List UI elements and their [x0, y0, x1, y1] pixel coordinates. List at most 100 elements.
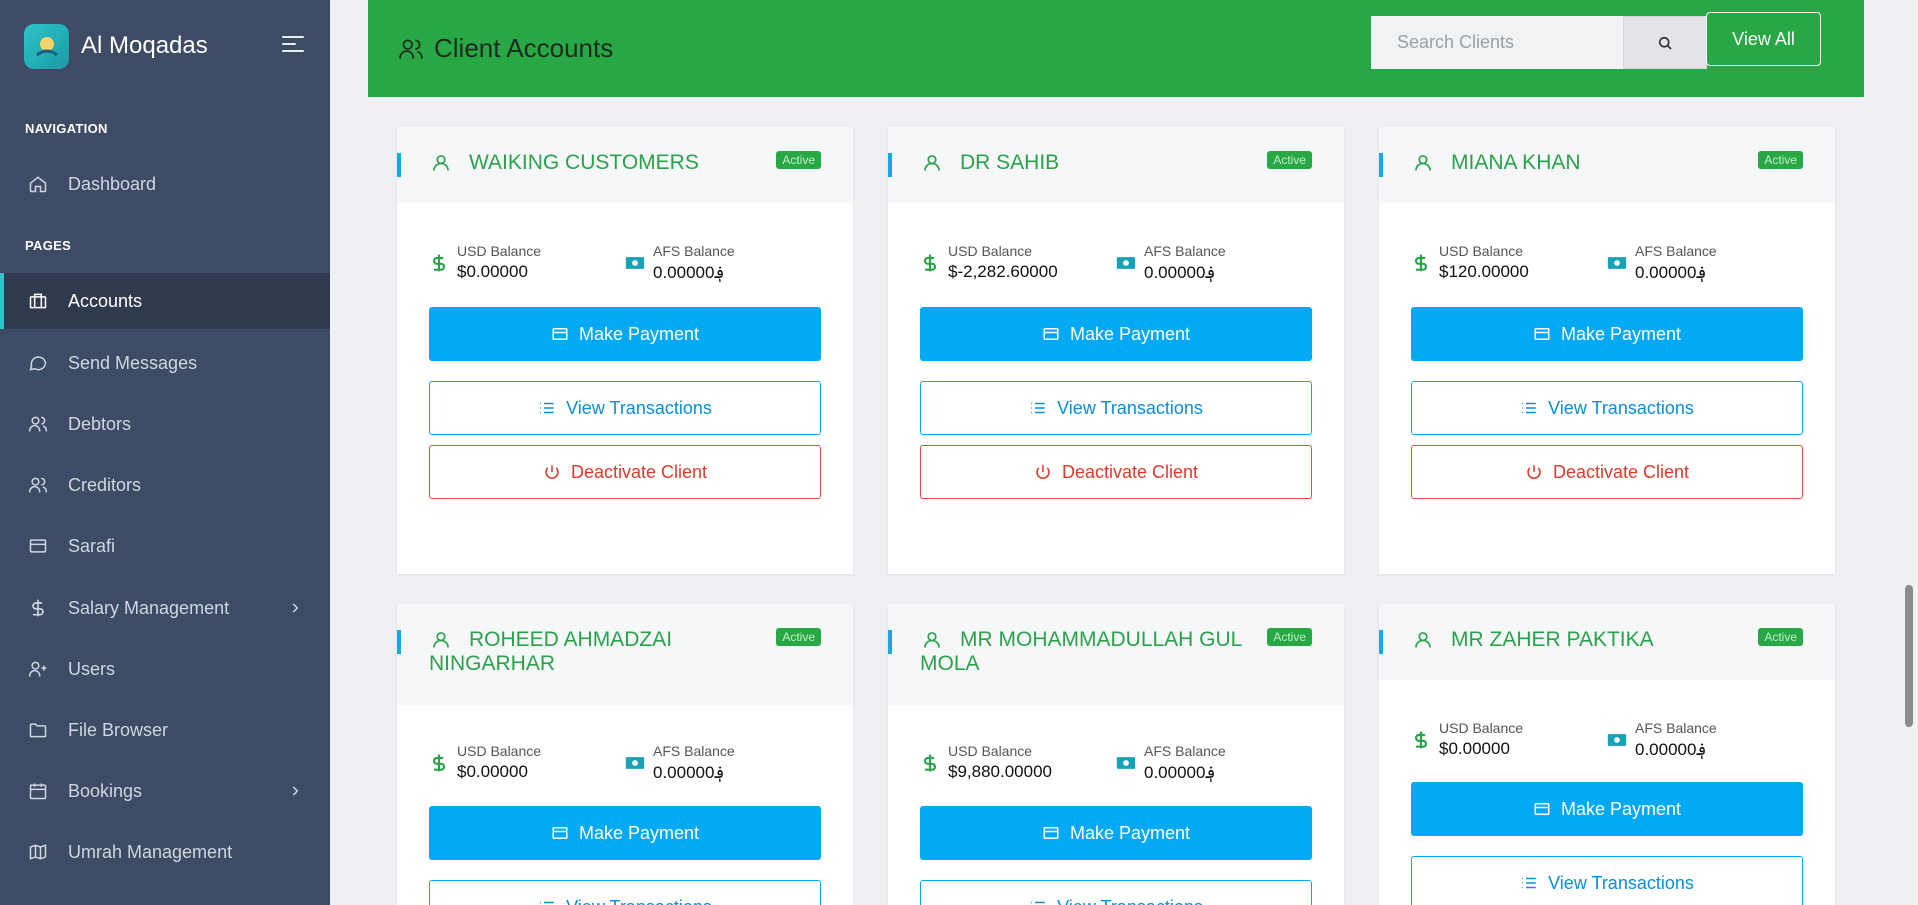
users-icon: [399, 38, 423, 59]
brand[interactable]: Al Moqadas: [0, 0, 330, 92]
afs-balance-value: 0.00000؋: [1144, 763, 1216, 782]
user-icon: [433, 155, 449, 171]
menu-toggle-icon[interactable]: [282, 36, 304, 54]
deactivate-client-button[interactable]: Deactivate Client: [1411, 445, 1803, 499]
make-payment-label: Make Payment: [578, 323, 700, 344]
view-transactions-label: View Transactions: [566, 397, 712, 418]
card-header: MIANA KHAN Active: [1379, 127, 1835, 203]
credit-card-icon: [552, 328, 568, 340]
view-transactions-button[interactable]: View Transactions: [1411, 381, 1803, 435]
view-transactions-button[interactable]: View Transactions: [920, 880, 1312, 905]
money-bill-icon: [1116, 757, 1136, 769]
usd-balance-label: USD Balance: [948, 743, 1033, 759]
make-payment-button[interactable]: Make Payment: [920, 806, 1312, 860]
view-all-button[interactable]: View All: [1706, 12, 1821, 66]
dollar-icon: [32, 599, 44, 617]
sidebar-item-bookings[interactable]: Bookings: [0, 763, 330, 819]
scrollbar-thumb[interactable]: [1905, 585, 1913, 727]
chevron-right-icon: [292, 603, 299, 613]
sidebar-item-umrah-management[interactable]: Umrah Management: [0, 824, 330, 880]
sidebar-item-sarafi[interactable]: Sarafi: [0, 518, 330, 574]
dollar-icon: [432, 254, 446, 272]
list-icon: [1522, 877, 1536, 889]
client-name-line: MR MOHAMMADULLAH GUL: [960, 628, 1243, 651]
user-icon: [1415, 632, 1431, 648]
make-payment-button[interactable]: Make Payment: [1411, 307, 1803, 361]
usd-balance-label: USD Balance: [948, 243, 1033, 259]
briefcase-icon: [29, 293, 47, 309]
afs-balance-label: AFS Balance: [653, 743, 735, 759]
deactivate-client-button[interactable]: Deactivate Client: [920, 445, 1312, 499]
client-card: MR MOHAMMADULLAH GUL MOLA Active USD Bal…: [888, 604, 1344, 905]
map-icon: [29, 844, 47, 860]
client-name-line: NINGARHAR: [429, 652, 556, 675]
make-payment-button[interactable]: Make Payment: [920, 307, 1312, 361]
usd-balance-value: $9,880.00000: [948, 762, 1052, 781]
status-badge: Active: [1267, 151, 1312, 169]
power-icon: [1036, 465, 1050, 479]
make-payment-button[interactable]: Make Payment: [1411, 782, 1803, 836]
client-card: MIANA KHAN Active USD Balance $120.00000 …: [1379, 127, 1835, 574]
chevron-right-icon: [292, 786, 299, 796]
power-icon: [545, 465, 559, 479]
sidebar-item-send-messages[interactable]: Send Messages: [0, 335, 330, 391]
status-badge: Active: [776, 628, 821, 646]
sidebar-item-label: Users: [68, 658, 116, 679]
money-bill-icon: [625, 257, 645, 269]
credit-card-icon: [1043, 827, 1059, 839]
search-button[interactable]: [1623, 16, 1707, 69]
make-payment-label: Make Payment: [1069, 822, 1191, 843]
dollar-icon: [1414, 254, 1428, 272]
afs-balance-value: 0.00000؋: [1635, 263, 1707, 282]
afs-balance-label: AFS Balance: [1144, 243, 1226, 259]
sidebar-item-accounts[interactable]: Accounts: [0, 273, 330, 329]
sidebar-item-label: Accounts: [68, 290, 143, 311]
afs-balance: AFS Balance 0.00000؋: [1116, 743, 1312, 806]
afs-balance: AFS Balance 0.00000؋: [625, 743, 821, 806]
client-name: MIANA KHAN: [1451, 151, 1581, 174]
sidebar-item-creditors[interactable]: Creditors: [0, 457, 330, 513]
client-name: MR MOHAMMADULLAH GUL: [960, 628, 1242, 652]
list-icon: [1031, 402, 1045, 414]
app-name: Al Moqadas: [81, 32, 208, 59]
message-icon: [29, 356, 47, 371]
vertical-scrollbar[interactable]: [1900, 0, 1918, 905]
usd-balance-label: USD Balance: [457, 243, 542, 259]
afs-balance-value: 0.00000؋: [1144, 263, 1216, 282]
pages-section-title: PAGES: [25, 238, 72, 253]
sidebar-item-salary-management[interactable]: Salary Management: [0, 580, 330, 636]
sidebar-item-users[interactable]: Users: [0, 641, 330, 697]
search-input[interactable]: [1371, 16, 1623, 69]
make-payment-label: Make Payment: [1560, 323, 1682, 344]
sidebar-item-file-browser[interactable]: File Browser: [0, 702, 330, 758]
folder-icon: [29, 723, 47, 738]
view-transactions-button[interactable]: View Transactions: [429, 880, 821, 905]
afs-balance: AFS Balance 0.00000؋: [1607, 243, 1803, 307]
deactivate-client-button[interactable]: Deactivate Client: [429, 445, 821, 499]
view-transactions-button[interactable]: View Transactions: [1411, 856, 1803, 905]
user-icon: [924, 632, 940, 648]
usd-balance: USD Balance $0.00000: [429, 243, 625, 307]
view-transactions-button[interactable]: View Transactions: [429, 381, 821, 435]
list-icon: [540, 402, 554, 414]
usd-balance-label: USD Balance: [1439, 243, 1524, 259]
search-group: [1371, 16, 1707, 69]
make-payment-button[interactable]: Make Payment: [429, 806, 821, 860]
sidebar-item-debtors[interactable]: Debtors: [0, 396, 330, 452]
make-payment-button[interactable]: Make Payment: [429, 307, 821, 361]
card-icon: [29, 539, 47, 553]
usd-balance-value: $-2,282.60000: [948, 262, 1058, 281]
credit-card-icon: [1534, 803, 1550, 815]
dollar-icon: [923, 254, 937, 272]
calendar-icon: [29, 783, 47, 800]
dollar-icon: [1414, 731, 1428, 749]
credit-card-icon: [1534, 328, 1550, 340]
usd-balance-value: $0.00000: [1439, 739, 1510, 758]
view-transactions-button[interactable]: View Transactions: [920, 381, 1312, 435]
afs-balance-label: AFS Balance: [1635, 243, 1717, 259]
sidebar-item-label: Sarafi: [68, 535, 116, 556]
client-name-line: MOLA: [920, 652, 980, 675]
client-card: WAIKING CUSTOMERS Active USD Balance $0.0…: [397, 127, 853, 574]
sidebar-item-dashboard[interactable]: Dashboard: [0, 156, 330, 212]
sidebar-item-label: Debtors: [68, 413, 132, 434]
